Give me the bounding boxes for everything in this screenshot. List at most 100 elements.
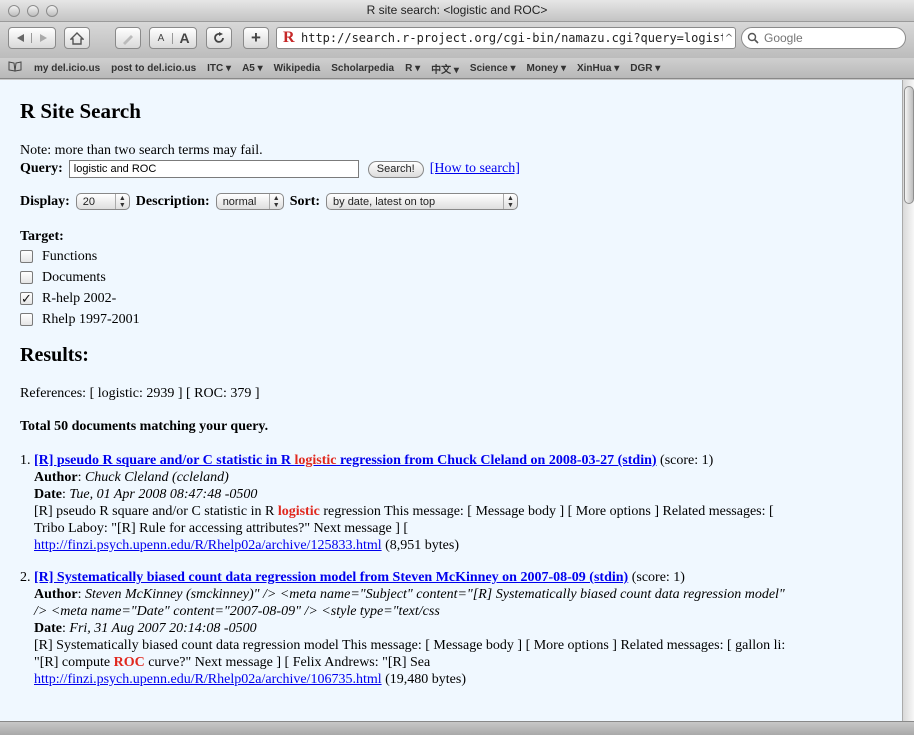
text-size-group: A A [149, 27, 197, 49]
back-arrow-icon[interactable] [9, 33, 33, 43]
home-button[interactable] [64, 27, 90, 49]
sort-select-value: by date, latest on top [333, 195, 436, 208]
target-rhelp-2002[interactable]: ✓ R-help 2002- [20, 288, 902, 309]
add-bookmark-button[interactable]: + [243, 27, 269, 49]
bookmark-money[interactable]: Money ▾ [527, 63, 566, 74]
snippet-highlight: logistic [277, 504, 320, 519]
window-title: R site search: <logistic and ROC> [366, 3, 548, 17]
reload-button[interactable] [206, 27, 232, 49]
result-title-link[interactable]: [R] pseudo R square and/or C statistic i… [34, 453, 657, 468]
query-label: Query: [20, 161, 63, 176]
result-snippet: [R] pseudo R square and/or C statistic i… [34, 504, 278, 519]
result-score: (score: 1) [631, 570, 685, 585]
display-select-value: 20 [82, 195, 96, 208]
bookmarks-bar: my del.icio.us post to del.icio.us ITC ▾… [0, 58, 914, 79]
checkbox-rhelp-1997[interactable] [20, 313, 33, 326]
plus-icon: + [251, 28, 261, 47]
result-title-text-end: regression from Chuck Cleland on 2008-03… [336, 453, 657, 468]
result-item: 1. [R] pseudo R square and/or C statisti… [20, 452, 902, 554]
result-number: 2. [20, 570, 31, 585]
search-button[interactable]: Search! [367, 160, 424, 178]
result-size: (8,951 bytes) [385, 538, 459, 553]
r-favicon-icon: R [283, 29, 295, 46]
bookmark-chinese[interactable]: 中文 ▾ [431, 61, 459, 76]
bookmark-dgr[interactable]: DGR ▾ [630, 63, 660, 74]
bookmark-scholarpedia[interactable]: Scholarpedia [331, 63, 394, 74]
bookmarks-book-icon[interactable] [8, 61, 22, 75]
description-select[interactable]: normal ▲ ▼ [215, 193, 284, 210]
search-note: Note: more than two search terms may fai… [20, 143, 263, 158]
forward-arrow-icon[interactable] [32, 33, 55, 43]
checkbox-rhelp-2002[interactable]: ✓ [20, 292, 33, 305]
how-to-search-link[interactable]: [How to search] [430, 161, 520, 177]
display-select[interactable]: 20 ▲ ▼ [75, 193, 130, 210]
select-arrows-icon: ▲ ▼ [503, 194, 517, 209]
result-snippet-cont: regression This message: [ Message body … [319, 504, 774, 519]
bookmark-a5[interactable]: A5 ▾ [242, 63, 263, 74]
address-url[interactable]: http://search.r-project.org/cgi-bin/nama… [301, 31, 723, 45]
browser-toolbar: A A + R http://search.r-project.org/cgi-… [0, 22, 914, 58]
edit-bookmark-button[interactable] [115, 27, 141, 49]
query-input[interactable] [68, 160, 359, 178]
result-snippet-line2: "[R] compute [34, 655, 114, 670]
checkbox-documents[interactable] [20, 271, 33, 284]
target-functions[interactable]: Functions [20, 246, 902, 267]
result-url-link[interactable]: http://finzi.psych.upenn.edu/R/Rhelp02a/… [34, 672, 382, 687]
pencil-icon [121, 32, 135, 45]
total-count: Total 50 documents matching your query. [20, 419, 269, 434]
bookmark-my-delicious[interactable]: my del.icio.us [34, 63, 100, 74]
display-options-row: Display: 20 ▲ ▼ Description: normal ▲ ▼ So… [20, 193, 902, 210]
snippet-highlight: ROC [113, 655, 145, 670]
bookmark-science[interactable]: Science ▾ [470, 63, 516, 74]
result-snippet-line2: Tribo Laboy: "[R] Rule for accessing att… [34, 521, 409, 536]
status-bar [0, 721, 914, 735]
checkbox-functions[interactable] [20, 250, 33, 263]
description-select-value: normal [222, 195, 257, 208]
result-size: (19,480 bytes) [385, 672, 466, 687]
back-forward-group [8, 27, 56, 49]
snapback-icon[interactable]: ^ [723, 33, 735, 44]
query-row: Query: Search! [How to search] [20, 160, 902, 178]
display-label: Display: [20, 193, 70, 209]
target-documents-label: Documents [42, 269, 106, 285]
target-documents[interactable]: Documents [20, 267, 902, 288]
author-label: Author [34, 470, 78, 485]
bookmark-xinhua[interactable]: XinHua ▾ [577, 63, 619, 74]
scrollbar-thumb[interactable] [904, 86, 914, 204]
bookmark-r[interactable]: R ▾ [405, 63, 420, 74]
author-label: Author [34, 587, 78, 602]
result-snippet: [R] Systematically biased count data reg… [34, 638, 786, 653]
result-header: 1. [R] pseudo R square and/or C statisti… [20, 452, 902, 469]
target-rhelp-1997[interactable]: Rhelp 1997-2001 [20, 309, 902, 330]
result-author-line2: /> <meta name="Date" content="2007-08-09… [34, 604, 440, 619]
result-body: Author: Steven McKinney (smckinney)" /> … [20, 586, 902, 688]
target-label: Target: [20, 229, 64, 244]
result-title-text: [R] pseudo R square and/or C statistic i… [34, 453, 295, 468]
result-date: Tue, 01 Apr 2008 08:47:48 -0500 [69, 487, 258, 502]
select-arrows-icon: ▲ ▼ [114, 194, 129, 209]
text-bigger-button[interactable]: A [173, 30, 196, 46]
result-snippet-line2-cont: curve?" Next message ] [ Felix Andrews: … [144, 655, 431, 670]
result-title-link[interactable]: [R] Systematically biased count data reg… [34, 570, 628, 585]
result-url-link[interactable]: http://finzi.psych.upenn.edu/R/Rhelp02a/… [34, 538, 382, 553]
result-author: Steven McKinney (smckinney)" /> <meta na… [84, 587, 785, 602]
page-viewport: R Site Search Note: more than two search… [0, 80, 902, 721]
vertical-scrollbar[interactable] [902, 80, 914, 721]
search-icon[interactable] [742, 32, 764, 44]
references-line: References: [ logistic: 2939 ] [ ROC: 37… [20, 386, 260, 401]
address-bar[interactable]: R http://search.r-project.org/cgi-bin/na… [276, 27, 736, 49]
home-icon [70, 31, 84, 45]
google-search-box[interactable] [741, 27, 906, 49]
select-arrows-icon: ▲ ▼ [268, 194, 283, 209]
date-label: Date [34, 487, 62, 502]
sort-select[interactable]: by date, latest on top ▲ ▼ [326, 193, 519, 210]
bookmark-wikipedia[interactable]: Wikipedia [274, 63, 321, 74]
target-functions-label: Functions [42, 248, 98, 264]
text-smaller-button[interactable]: A [150, 32, 174, 44]
bookmark-post-delicious[interactable]: post to del.icio.us [111, 63, 196, 74]
description-label: Description: [135, 193, 210, 209]
search-input[interactable] [764, 31, 884, 45]
result-date: Fri, 31 Aug 2007 20:14:08 -0500 [69, 621, 257, 636]
window-titlebar: R site search: <logistic and ROC> [0, 0, 914, 22]
bookmark-itc[interactable]: ITC ▾ [207, 63, 231, 74]
